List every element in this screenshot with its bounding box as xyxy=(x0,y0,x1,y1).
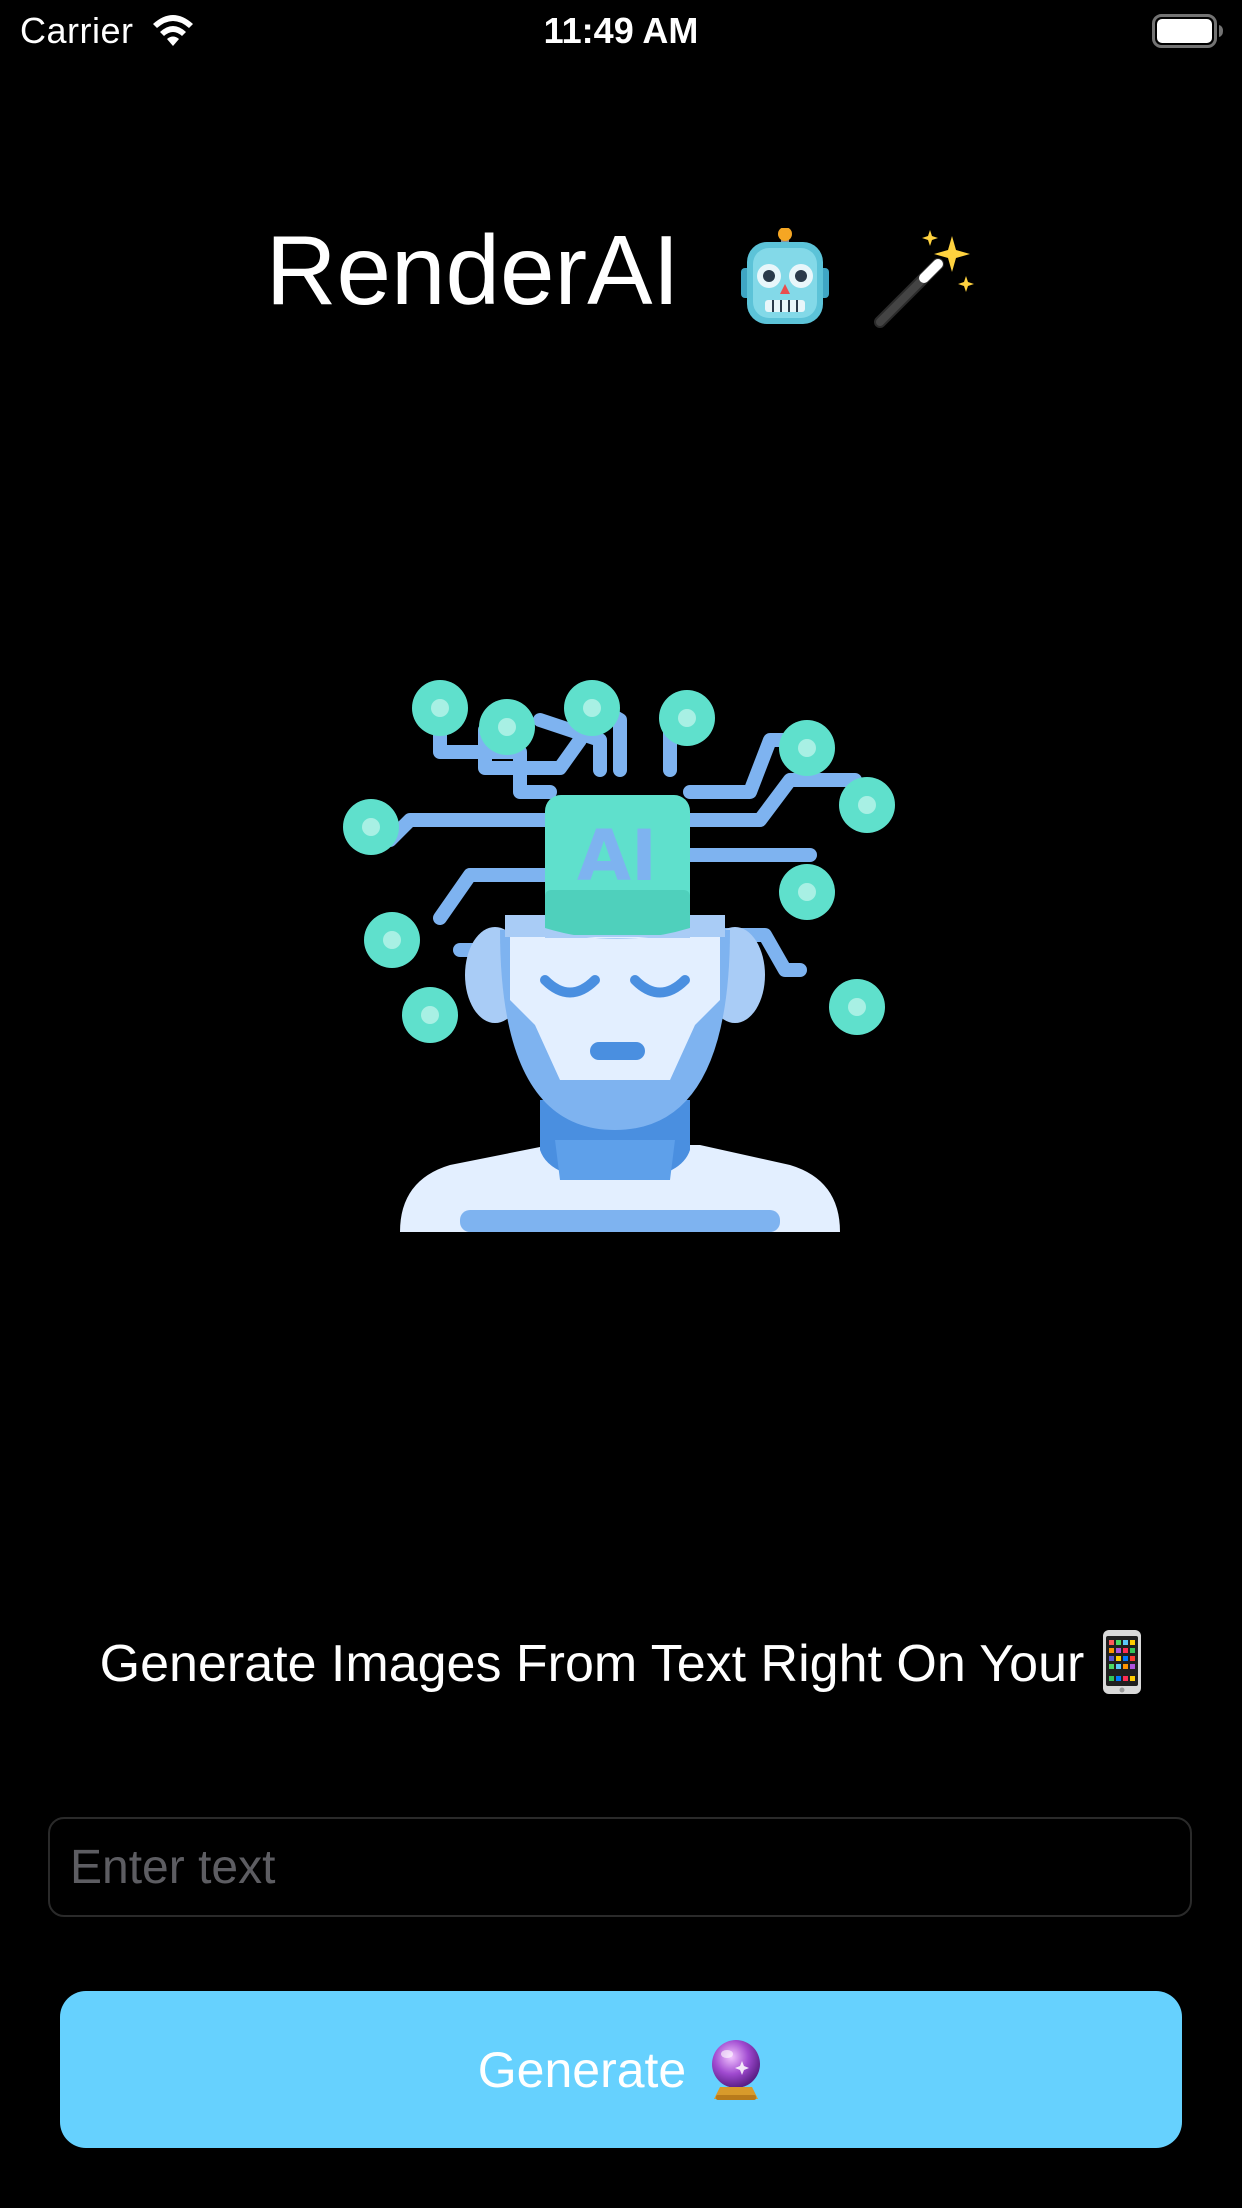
status-bar: Carrier 11:49 AM xyxy=(0,0,1242,62)
robot-icon xyxy=(741,228,829,325)
app-title: RenderAI xyxy=(265,215,680,325)
prompt-input[interactable] xyxy=(48,1817,1192,1917)
ai-head-illustration: AI xyxy=(343,680,895,1232)
magic-wand-icon xyxy=(874,230,975,329)
generate-button[interactable]: Generate xyxy=(60,1991,1182,2148)
battery-icon xyxy=(1152,14,1223,48)
crystal-ball-icon xyxy=(712,2039,761,2100)
mobile-phone-icon xyxy=(1103,1630,1142,1694)
ai-badge-text: AI xyxy=(577,815,657,897)
status-time: 11:49 AM xyxy=(543,10,699,51)
tagline-text: Generate Images From Text Right On Your xyxy=(99,1635,1085,1693)
tagline: Generate Images From Text Right On Your xyxy=(0,1626,1242,1702)
app-title-row: RenderAI xyxy=(0,210,1242,330)
generate-button-label: Generate xyxy=(477,2041,687,2098)
